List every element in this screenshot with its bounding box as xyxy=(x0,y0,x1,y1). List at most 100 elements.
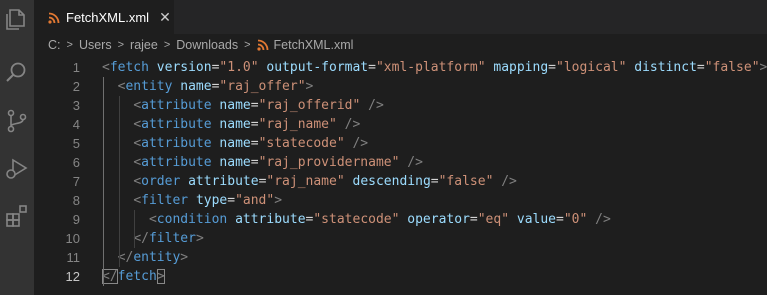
breadcrumb-users[interactable]: Users xyxy=(79,38,112,52)
line-code: <attribute name="raj_providername" /> xyxy=(102,153,423,172)
code-line[interactable]: 11 </entity> xyxy=(34,248,767,267)
equals-sign: = xyxy=(430,174,439,189)
attribute-name: name xyxy=(180,79,212,94)
tab-fetchxml[interactable]: FetchXML.xml ✕ xyxy=(34,0,174,34)
line-code: <attribute name="raj_name" /> xyxy=(102,115,360,134)
line-number: 2 xyxy=(72,79,80,94)
line-number: 4 xyxy=(72,117,80,132)
equals-sign: = xyxy=(250,136,259,151)
tag-bracket: /> xyxy=(360,98,384,113)
line-number: 6 xyxy=(72,155,80,170)
attribute-name: operator xyxy=(407,212,470,227)
code-line[interactable]: 3 <attribute name="raj_offerid" /> xyxy=(34,96,767,115)
extensions-icon[interactable] xyxy=(4,202,30,228)
attribute-name: type xyxy=(195,193,228,208)
code-line[interactable]: 12 </fetch> xyxy=(34,267,767,286)
tag-name: attribute xyxy=(141,98,212,113)
tag-bracket: < xyxy=(133,117,142,132)
code-line[interactable]: 5 <attribute name="statecode" /> xyxy=(34,134,767,153)
tag-bracket: /> xyxy=(336,117,361,132)
breadcrumb-file[interactable]: FetchXML.xml xyxy=(274,38,354,52)
tag-bracket: > xyxy=(180,250,189,265)
tag-name: filter xyxy=(148,231,196,246)
attribute-name: output-format xyxy=(266,60,369,75)
attribute-value: "logical" xyxy=(556,60,627,75)
tag-bracket: > xyxy=(759,60,767,75)
attribute-value: "eq" xyxy=(477,212,510,227)
xml-file-icon xyxy=(256,39,269,51)
tag-bracket: < xyxy=(133,174,142,189)
attribute-name: distinct xyxy=(634,60,697,75)
code-line[interactable]: 8 <filter type="and"> xyxy=(34,191,767,210)
tab-label: FetchXML.xml xyxy=(66,10,150,25)
tag-name: condition xyxy=(156,212,228,227)
tag-bracket: </ xyxy=(117,250,134,265)
line-number: 9 xyxy=(72,212,80,227)
code-line[interactable]: 2 <entity name="raj_offer"> xyxy=(34,77,767,96)
line-code: <fetch version="1.0" output-format="xml-… xyxy=(102,58,767,77)
attribute-value: "false" xyxy=(438,174,494,189)
tag-bracket: /> xyxy=(344,136,369,151)
tag-name: filter xyxy=(141,193,189,208)
code-line[interactable]: 7 <order attribute = "raj_name" descending… xyxy=(34,172,767,191)
breadcrumb-drive[interactable]: C: xyxy=(48,38,61,52)
breadcrumb-rajee[interactable]: rajee xyxy=(130,38,158,52)
source-control-icon[interactable] xyxy=(4,108,30,134)
search-icon[interactable] xyxy=(4,60,30,86)
tag-bracket: < xyxy=(133,136,142,151)
tag-bracket: > xyxy=(305,79,314,94)
explorer-icon[interactable] xyxy=(4,6,30,32)
line-number: 5 xyxy=(72,136,80,151)
tag-bracket: </ xyxy=(133,231,149,246)
tag-bracket: < xyxy=(133,155,142,170)
line-code: </entity> xyxy=(102,248,188,267)
attribute-value: "raj_offer" xyxy=(219,79,306,94)
code-editor[interactable]: 1 <fetch version="1.0" output-format="xml… xyxy=(34,56,767,295)
breadcrumb-separator: > xyxy=(66,39,73,51)
line-number: 11 xyxy=(66,250,81,265)
attribute-name: mapping xyxy=(493,60,549,75)
equals-sign: = xyxy=(250,117,259,132)
line-code: <filter type="and"> xyxy=(102,191,282,210)
line-code: </filter> xyxy=(102,229,203,248)
activity-bar xyxy=(0,0,34,295)
line-code: <entity name="raj_offer"> xyxy=(102,77,314,96)
equals-sign: = xyxy=(469,212,478,227)
line-code: <attribute name="statecode" /> xyxy=(102,134,368,153)
tag-name: attribute xyxy=(141,117,212,132)
tag-bracket: /> xyxy=(493,174,517,189)
xml-file-icon xyxy=(48,12,60,24)
tag-bracket: < xyxy=(133,193,142,208)
equals-sign: = xyxy=(556,212,564,227)
line-number: 3 xyxy=(72,98,80,113)
breadcrumb-separator: > xyxy=(117,39,125,51)
equals-sign: = xyxy=(696,60,705,75)
breadcrumb-separator: > xyxy=(163,39,171,51)
code-line[interactable]: 9 <condition attribute = "statecode" opera… xyxy=(34,210,767,229)
indent-guide xyxy=(103,77,104,286)
code-line[interactable]: 4 <attribute name="raj_name" /> xyxy=(34,115,767,134)
attribute-value: "raj_offerid" xyxy=(258,98,361,113)
tag-bracket: /> xyxy=(399,155,423,170)
line-code: <attribute name="raj_offerid" /> xyxy=(102,96,384,115)
code-line[interactable]: 1 <fetch version="1.0" output-format="xml… xyxy=(34,58,767,77)
attribute-value: "statecode" xyxy=(258,136,345,151)
equals-sign: = xyxy=(227,193,236,208)
tag-name: fetch xyxy=(117,269,157,284)
breadcrumb-downloads[interactable]: Downloads xyxy=(176,38,238,52)
indent-guide xyxy=(134,210,136,248)
line-code: <order attribute="raj_name" descending="… xyxy=(102,172,517,191)
run-debug-icon[interactable] xyxy=(4,155,30,181)
line-number: 10 xyxy=(65,231,80,246)
tag-name: fetch xyxy=(109,60,149,75)
code-line[interactable]: 10 </filter> xyxy=(34,229,767,248)
attribute-name: version xyxy=(156,60,212,75)
attribute-name: descending xyxy=(352,174,431,189)
tag-bracket: > xyxy=(156,269,165,284)
close-icon[interactable]: ✕ xyxy=(159,9,171,26)
line-number: 1 xyxy=(72,60,80,75)
breadcrumb-separator: > xyxy=(244,39,251,51)
tag-name: entity xyxy=(133,250,181,265)
code-line[interactable]: 6 <attribute name="raj_providername" /> xyxy=(34,153,767,172)
tag-bracket: /> xyxy=(587,212,611,227)
